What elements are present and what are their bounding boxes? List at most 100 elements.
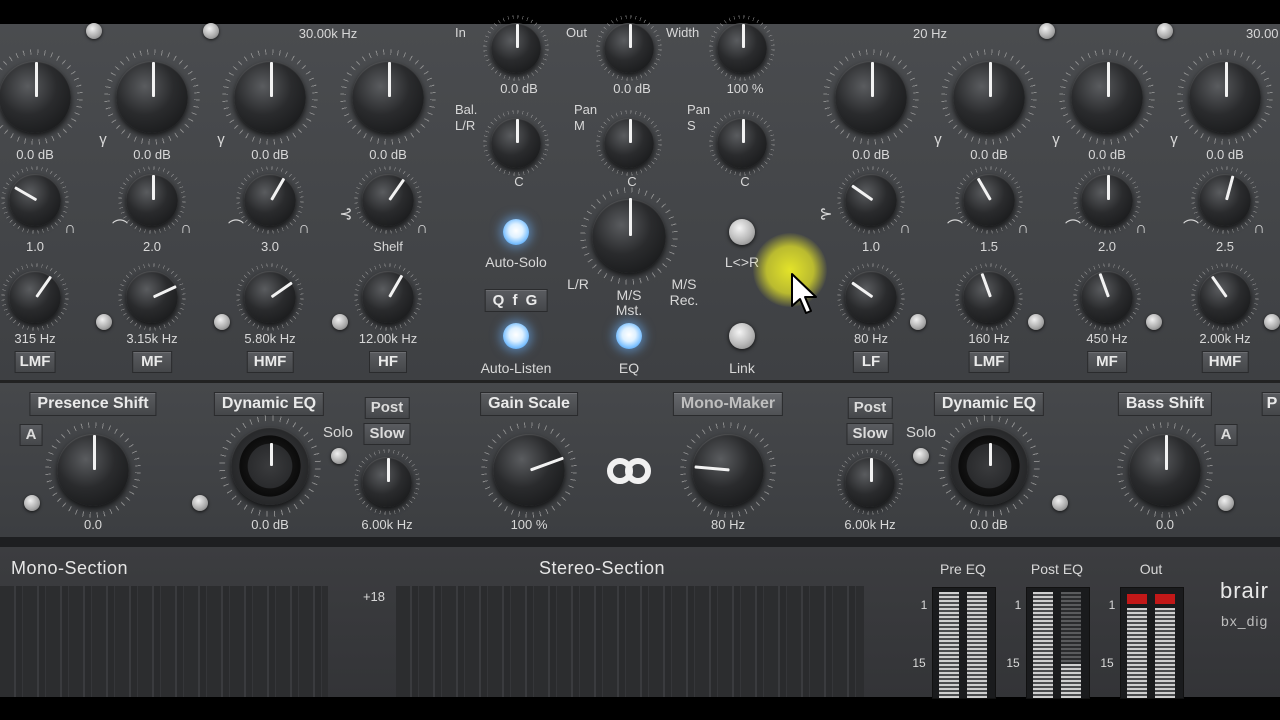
presence-shift-knob[interactable] — [57, 434, 129, 506]
top-freq-label: 30.00k Hz — [298, 26, 358, 41]
link-button[interactable] — [729, 323, 755, 349]
mode-ms-master-label-2: Mst. — [615, 302, 643, 318]
band-enable-dot[interactable] — [96, 314, 112, 330]
mono-lmf-q-knob[interactable] — [9, 174, 61, 226]
solo-left-dot[interactable] — [331, 448, 347, 464]
mono-band-hf-button[interactable]: HF — [369, 351, 407, 373]
presence-auto-button[interactable]: A — [19, 424, 43, 446]
band-enable-dot[interactable] — [1264, 314, 1280, 330]
mono-maker-button[interactable]: Mono-Maker — [672, 392, 784, 416]
band-enable-dot[interactable] — [214, 314, 230, 330]
edge-button[interactable]: P — [1261, 392, 1280, 416]
band-enable-dot[interactable] — [910, 314, 926, 330]
mono-lmf-freq-knob[interactable] — [9, 271, 61, 323]
narrow-q-icon: ∩ — [64, 220, 76, 237]
dynamic-eq-enable-dot[interactable] — [192, 495, 208, 511]
band-enable-dot[interactable] — [1028, 314, 1044, 330]
stereo-lmf-gain-knob[interactable] — [953, 61, 1025, 133]
mono-band-lmf-button[interactable]: LMF — [14, 351, 56, 373]
mono-band-mf-button[interactable]: MF — [132, 351, 172, 373]
mono-hf-freq-knob[interactable] — [362, 271, 414, 323]
gain-scale-knob[interactable] — [493, 434, 565, 506]
band-enable-dot[interactable] — [332, 314, 348, 330]
output-clip-indicator-left[interactable] — [1127, 594, 1147, 604]
auto-solo-label: Auto-Solo — [485, 254, 547, 270]
stereo-hmf-q-knob[interactable] — [1199, 174, 1251, 226]
post-left-button[interactable]: Post — [364, 397, 410, 419]
mode-selector-knob[interactable] — [592, 197, 666, 273]
eq-enable-led[interactable] — [616, 323, 642, 349]
mono-maker-knob[interactable] — [692, 434, 764, 506]
mono-hmf-gain-knob[interactable] — [234, 61, 306, 133]
stereo-band-hmf-button[interactable]: HMF — [1201, 351, 1249, 373]
dynamic-eq-right-enable-dot[interactable] — [1052, 495, 1068, 511]
stereo-lf-gain-knob[interactable] — [835, 61, 907, 133]
dynamic-eq-right-knob[interactable] — [950, 427, 1028, 505]
dynamic-eq-right-button[interactable]: Dynamic EQ — [933, 392, 1045, 416]
output-gain-knob[interactable] — [604, 23, 654, 73]
mono-mf-freq-knob[interactable] — [126, 271, 178, 323]
top-toggle-dot[interactable] — [1039, 23, 1055, 39]
stereo-lmf-freq-knob[interactable] — [963, 271, 1015, 323]
pan-mid-knob[interactable] — [604, 118, 654, 168]
pan-side-knob[interactable] — [717, 118, 767, 168]
presence-enable-dot[interactable] — [24, 495, 40, 511]
mode-ms-master-label: M/S — [616, 287, 642, 303]
stereo-band-lmf-button[interactable]: LMF — [968, 351, 1010, 373]
stereo-mf-gain-knob[interactable] — [1071, 61, 1143, 133]
dynamic-eq-right-freq-knob[interactable] — [845, 457, 895, 507]
meter-tick-15: 15 — [1006, 656, 1020, 670]
dynamic-eq-left-knob[interactable] — [231, 427, 309, 505]
stereo-lf-q-knob[interactable] — [845, 174, 897, 226]
dynamic-eq-left-freq-value: 6.00k Hz — [361, 517, 413, 532]
lr-swap-button[interactable] — [729, 219, 755, 245]
mono-hf-gain-knob[interactable] — [352, 61, 424, 133]
stereo-lf-freq-knob[interactable] — [845, 271, 897, 323]
mono-hf-q-value: Shelf — [373, 239, 403, 254]
band-enable-dot[interactable] — [1146, 314, 1162, 330]
presence-shift-button[interactable]: Presence Shift — [29, 392, 157, 416]
stereo-band-mf-button[interactable]: MF — [1087, 351, 1127, 373]
qfg-button[interactable]: Q f G — [484, 289, 548, 312]
dynamic-eq-left-button[interactable]: Dynamic EQ — [213, 392, 325, 416]
mono-hf-q-knob[interactable] — [362, 174, 414, 226]
mono-mf-gain-knob[interactable] — [116, 61, 188, 133]
input-gain-value: 0.0 dB — [500, 81, 538, 96]
dynamic-eq-left-freq-knob[interactable] — [362, 457, 412, 507]
auto-solo-led[interactable] — [503, 219, 529, 245]
mono-mf-q-knob[interactable] — [126, 174, 178, 226]
stereo-mf-q-knob[interactable] — [1081, 174, 1133, 226]
bass-shift-knob[interactable] — [1129, 434, 1201, 506]
slow-right-button[interactable]: Slow — [846, 423, 894, 445]
narrow-q-icon: ∩ — [1135, 220, 1147, 237]
in-label: In — [455, 25, 466, 40]
stereo-mf-q-value: 2.0 — [1097, 239, 1117, 254]
link-chain-icon[interactable] — [605, 456, 653, 486]
narrow-q-icon: ∩ — [899, 220, 911, 237]
top-toggle-dot[interactable] — [86, 23, 102, 39]
stereo-hmf-gain-knob[interactable] — [1189, 61, 1261, 133]
top-toggle-dot[interactable] — [203, 23, 219, 39]
stereo-mf-freq-knob[interactable] — [1081, 271, 1133, 323]
mono-hmf-q-knob[interactable] — [244, 174, 296, 226]
bass-enable-dot[interactable] — [1218, 495, 1234, 511]
stereo-band-lf-button[interactable]: LF — [852, 351, 890, 373]
bass-auto-button[interactable]: A — [1214, 424, 1238, 446]
mono-hmf-freq-knob[interactable] — [244, 271, 296, 323]
narrow-q-icon: ∩ — [1253, 220, 1265, 237]
balance-knob[interactable] — [491, 118, 541, 168]
bass-shift-button[interactable]: Bass Shift — [1117, 392, 1213, 416]
mono-lmf-gain-knob[interactable] — [0, 61, 71, 133]
mono-band-hmf-button[interactable]: HMF — [246, 351, 294, 373]
stereo-width-knob[interactable] — [717, 23, 767, 73]
gain-scale-button[interactable]: Gain Scale — [480, 392, 578, 416]
top-toggle-dot[interactable] — [1157, 23, 1173, 39]
stereo-hmf-freq-knob[interactable] — [1199, 271, 1251, 323]
solo-right-dot[interactable] — [913, 448, 929, 464]
auto-listen-led[interactable] — [503, 323, 529, 349]
post-right-button[interactable]: Post — [847, 397, 893, 419]
stereo-lmf-q-knob[interactable] — [963, 174, 1015, 226]
slow-left-button[interactable]: Slow — [363, 423, 411, 445]
output-clip-indicator-right[interactable] — [1155, 594, 1175, 604]
input-gain-knob[interactable] — [491, 23, 541, 73]
